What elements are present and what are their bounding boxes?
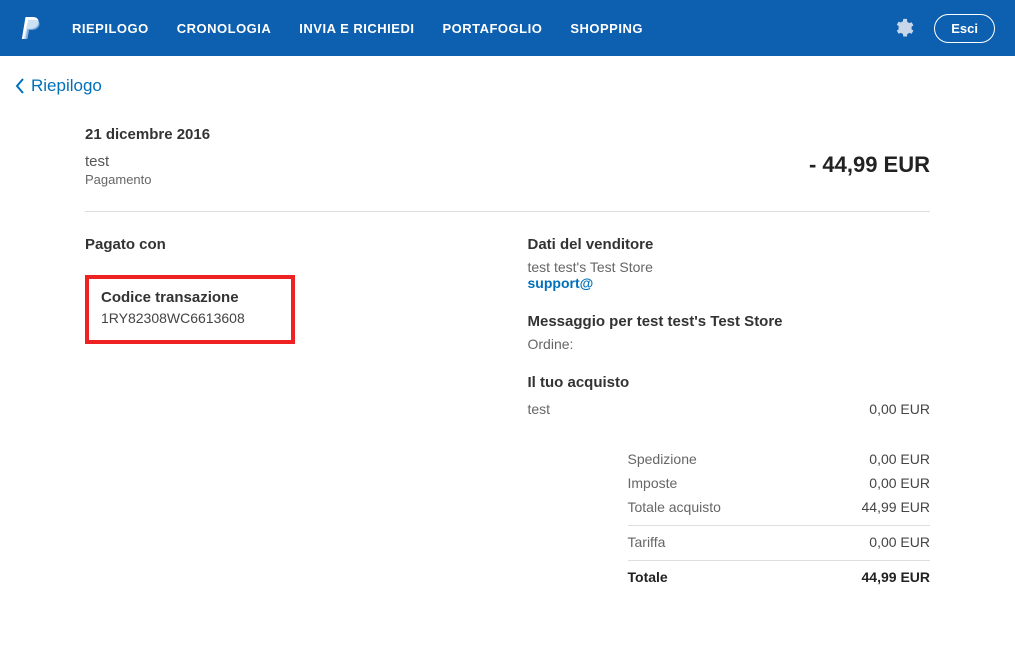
- purchase-title: Il tuo acquisto: [528, 374, 931, 391]
- transaction-date: 21 dicembre 2016: [85, 126, 210, 143]
- paypal-logo[interactable]: [20, 15, 42, 41]
- breadcrumb-label: Riepilogo: [31, 76, 102, 96]
- total-value: 44,99 EUR: [862, 569, 930, 585]
- right-column: Dati del venditore test test's Test Stor…: [528, 236, 931, 611]
- fee-value: 0,00 EUR: [869, 534, 930, 550]
- summary-left: 21 dicembre 2016 test Pagamento: [85, 126, 210, 187]
- fee-table: Spedizione 0,00 EUR Imposte 0,00 EUR Tot…: [528, 447, 931, 589]
- gear-icon[interactable]: [892, 17, 914, 39]
- total-row: Totale 44,99 EUR: [628, 560, 931, 589]
- seller-section: Dati del venditore test test's Test Stor…: [528, 236, 931, 291]
- seller-title: Dati del venditore: [528, 236, 931, 253]
- transaction-code-title: Codice transazione: [101, 289, 279, 306]
- logout-button[interactable]: Esci: [934, 14, 995, 43]
- content: Riepilogo 21 dicembre 2016 test Pagament…: [0, 56, 1015, 651]
- shipping-value: 0,00 EUR: [869, 451, 930, 467]
- purchase-total-row: Totale acquisto 44,99 EUR: [628, 495, 931, 519]
- transaction-amount: - 44,99 EUR: [809, 126, 930, 178]
- nav-shopping[interactable]: SHOPPING: [570, 21, 643, 36]
- purchase-section: Il tuo acquisto test 0,00 EUR Spedizione…: [528, 374, 931, 589]
- two-column: Pagato con Codice transazione 1RY82308WC…: [85, 212, 930, 611]
- shipping-label: Spedizione: [628, 451, 697, 467]
- header: RIEPILOGO CRONOLOGIA INVIA E RICHIEDI PO…: [0, 0, 1015, 56]
- header-right: Esci: [892, 14, 995, 43]
- purchase-total-value: 44,99 EUR: [862, 499, 930, 515]
- summary-row: 21 dicembre 2016 test Pagamento - 44,99 …: [85, 126, 930, 212]
- tax-value: 0,00 EUR: [869, 475, 930, 491]
- purchase-item-row: test 0,00 EUR: [528, 397, 931, 421]
- chevron-left-icon: [15, 78, 25, 94]
- nav-portafoglio[interactable]: PORTAFOGLIO: [442, 21, 542, 36]
- message-section: Messaggio per test test's Test Store Ord…: [528, 313, 931, 352]
- message-body: Ordine:: [528, 336, 931, 352]
- transaction-name: test: [85, 153, 210, 170]
- purchase-item-amount: 0,00 EUR: [869, 401, 930, 417]
- fee-row: Tariffa 0,00 EUR: [628, 525, 931, 554]
- tax-label: Imposte: [628, 475, 678, 491]
- seller-email-link[interactable]: support@: [528, 275, 594, 291]
- transaction-code-box: Codice transazione 1RY82308WC6613608: [85, 275, 295, 344]
- paid-with-title: Pagato con: [85, 236, 488, 253]
- nav-invia-richiedi[interactable]: INVIA E RICHIEDI: [299, 21, 414, 36]
- paid-with-section: Pagato con: [85, 236, 488, 253]
- nav-cronologia[interactable]: CRONOLOGIA: [177, 21, 272, 36]
- message-title: Messaggio per test test's Test Store: [528, 313, 931, 330]
- breadcrumb-back[interactable]: Riepilogo: [15, 76, 1000, 96]
- transaction-details: 21 dicembre 2016 test Pagamento - 44,99 …: [15, 126, 1000, 611]
- purchase-total-label: Totale acquisto: [628, 499, 721, 515]
- left-column: Pagato con Codice transazione 1RY82308WC…: [85, 236, 488, 611]
- purchase-item-name: test: [528, 401, 551, 417]
- transaction-type: Pagamento: [85, 172, 210, 187]
- transaction-code-value: 1RY82308WC6613608: [101, 310, 279, 326]
- nav-riepilogo[interactable]: RIEPILOGO: [72, 21, 149, 36]
- tax-row: Imposte 0,00 EUR: [628, 471, 931, 495]
- shipping-row: Spedizione 0,00 EUR: [628, 447, 931, 471]
- total-label: Totale: [628, 569, 668, 585]
- seller-name: test test's Test Store: [528, 259, 931, 275]
- main-nav: RIEPILOGO CRONOLOGIA INVIA E RICHIEDI PO…: [72, 21, 892, 36]
- fee-label: Tariffa: [628, 534, 666, 550]
